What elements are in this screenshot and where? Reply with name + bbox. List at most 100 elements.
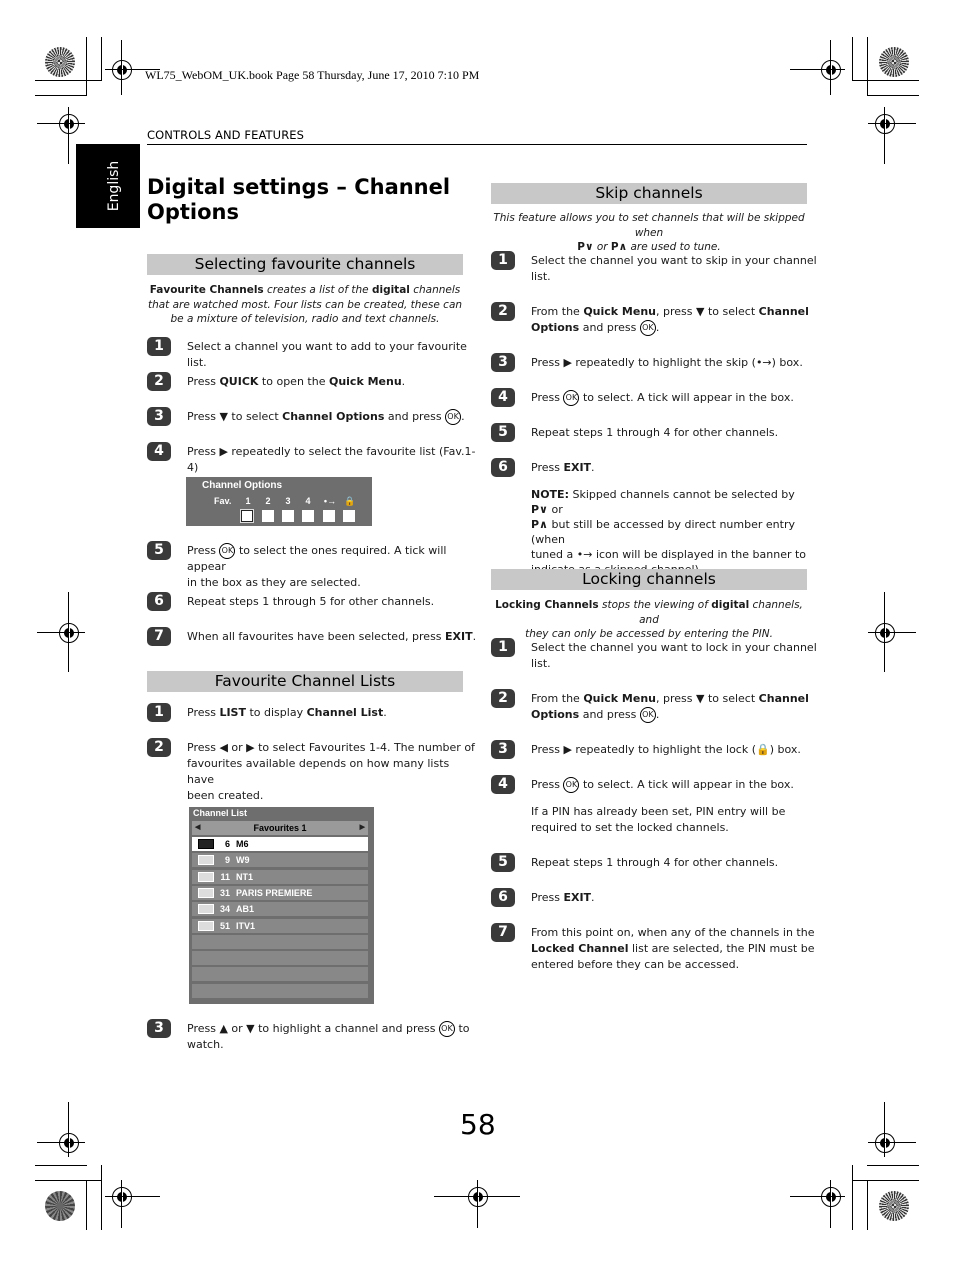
step-number-badge: 2 [491, 302, 515, 321]
step-number-badge: 6 [491, 888, 515, 907]
fav-column-1: 1 [245, 496, 251, 506]
step-number-badge: 1 [491, 638, 515, 657]
empty-channel-row [192, 983, 368, 998]
registration-mark [59, 1133, 79, 1153]
channel-number: 34 [219, 904, 230, 915]
book-print-header: WL75_WebOM_UK.book Page 58 Thursday, Jun… [145, 68, 480, 82]
channel-list-title: Channel List [193, 808, 248, 818]
empty-channel-row [192, 951, 368, 966]
fav-1-checkbox[interactable] [240, 509, 254, 523]
step-number-badge: 1 [147, 337, 171, 356]
crop-mark [35, 1180, 102, 1181]
crop-mark [121, 1180, 122, 1228]
step-number-badge: 5 [491, 423, 515, 442]
skip-checkbox[interactable] [323, 510, 335, 522]
channel-number: 6 [224, 839, 230, 849]
step-number-badge: 3 [491, 353, 515, 372]
channel-row[interactable]: 11 NT1 [192, 869, 368, 884]
favourites-tab-selector[interactable]: ◀ Favourites 1 ▶ [192, 821, 368, 835]
lock-icon: 🔒 [344, 496, 356, 506]
color-rosette-top-right [879, 47, 909, 77]
step-number-badge: 7 [491, 923, 515, 942]
registration-mark [112, 1187, 132, 1207]
skip-note: NOTE: Skipped channels cannot be selecte… [531, 488, 807, 576]
fav-2-checkbox[interactable] [262, 510, 274, 522]
step-text: Press ▶ repeatedly to select the favouri… [187, 445, 476, 474]
crop-mark [35, 80, 102, 81]
skip-channels-intro: This feature allows you to set channels … [493, 212, 805, 253]
step-text: From the Quick Menu, press ▼ to select C… [531, 305, 809, 336]
tv-channel-icon [198, 887, 214, 898]
step-number-badge: 4 [491, 388, 515, 407]
fav-column-2: 2 [265, 496, 271, 506]
step-number-badge: 4 [491, 775, 515, 794]
crop-mark [868, 123, 916, 124]
step-text: Select a channel you want to add to your… [187, 340, 467, 369]
tv-channel-icon [198, 920, 214, 931]
crop-mark [37, 123, 85, 124]
step-number-badge: 5 [147, 541, 171, 560]
step-text: From the Quick Menu, press ▼ to select C… [531, 692, 809, 723]
channel-name: W9 [236, 855, 250, 866]
channel-row[interactable]: 6 M6 [192, 837, 368, 851]
fav-3-checkbox[interactable] [282, 510, 294, 522]
crop-mark [790, 1196, 845, 1197]
section-heading-locking-channels: Locking channels [491, 569, 807, 590]
crop-mark [884, 592, 885, 672]
registration-mark [59, 114, 79, 134]
step-number-badge: 2 [491, 689, 515, 708]
step-number-badge: 3 [491, 740, 515, 759]
fav-column-3: 3 [285, 496, 291, 506]
step-text: Repeat steps 1 through 5 for other chann… [187, 595, 435, 608]
crop-mark [68, 592, 69, 672]
step-number-badge: 1 [491, 251, 515, 270]
language-tab-label: English [106, 160, 122, 212]
crop-mark [790, 69, 845, 70]
step-text: Press EXIT. [531, 891, 595, 904]
color-rosette-top-left [45, 47, 75, 77]
channel-number: 51 [219, 920, 230, 931]
step-number-badge: 2 [147, 372, 171, 391]
crop-mark [37, 1142, 85, 1143]
crop-mark [867, 1180, 868, 1230]
header-rule [147, 144, 807, 145]
tv-channel-icon [198, 871, 214, 882]
channel-row[interactable]: 34 AB1 [192, 902, 368, 917]
crop-mark [868, 1142, 916, 1143]
language-tab: English [76, 144, 140, 228]
step-text: Press ▲ or ▼ to highlight a channel and … [187, 1021, 470, 1051]
section-label: CONTROLS AND FEATURES [147, 128, 305, 142]
channel-name: PARIS PREMIERE [236, 887, 313, 898]
crop-mark [37, 632, 85, 633]
step-text: Press OK to select the ones required. A … [187, 543, 447, 589]
channel-name: NT1 [236, 871, 254, 882]
fav-4-checkbox[interactable] [302, 510, 314, 522]
arrow-left-icon[interactable]: ◀ [195, 821, 200, 835]
tv-channel-icon [198, 839, 214, 849]
arrow-right-icon[interactable]: ▶ [360, 821, 365, 835]
fav-row-label: Fav. [214, 496, 232, 506]
favourites-tab-label: Favourites 1 [253, 823, 307, 833]
lock-checkbox[interactable] [343, 510, 355, 522]
tv-channel-icon [198, 855, 214, 866]
channel-options-title: Channel Options [202, 480, 282, 491]
channel-row[interactable]: 9 W9 [192, 853, 368, 868]
channel-row[interactable]: 31 PARIS PREMIERE [192, 885, 368, 900]
step-text: Press ▼ to select Channel Options and pr… [187, 409, 465, 425]
crop-mark [35, 95, 87, 96]
step-text: From this point on, when any of the chan… [531, 926, 815, 971]
step-text: Press ▶ repeatedly to highlight the skip… [531, 356, 803, 369]
channel-list-panel: Channel List ◀ Favourites 1 ▶ 6 M6 9 W9 11 NT… [189, 807, 374, 1004]
color-rosette-bottom-right [879, 1191, 909, 1221]
step-number-badge: 4 [147, 442, 171, 461]
crop-mark [101, 37, 102, 81]
channel-name: ITV1 [236, 920, 256, 931]
registration-mark [821, 1187, 841, 1207]
crop-mark [35, 1165, 87, 1166]
step-number-badge: 2 [147, 738, 171, 757]
crop-mark [121, 40, 122, 95]
channel-row[interactable]: 51 ITV1 [192, 918, 368, 933]
crop-mark [68, 107, 69, 164]
crop-mark [884, 107, 885, 164]
crop-mark [868, 632, 916, 633]
